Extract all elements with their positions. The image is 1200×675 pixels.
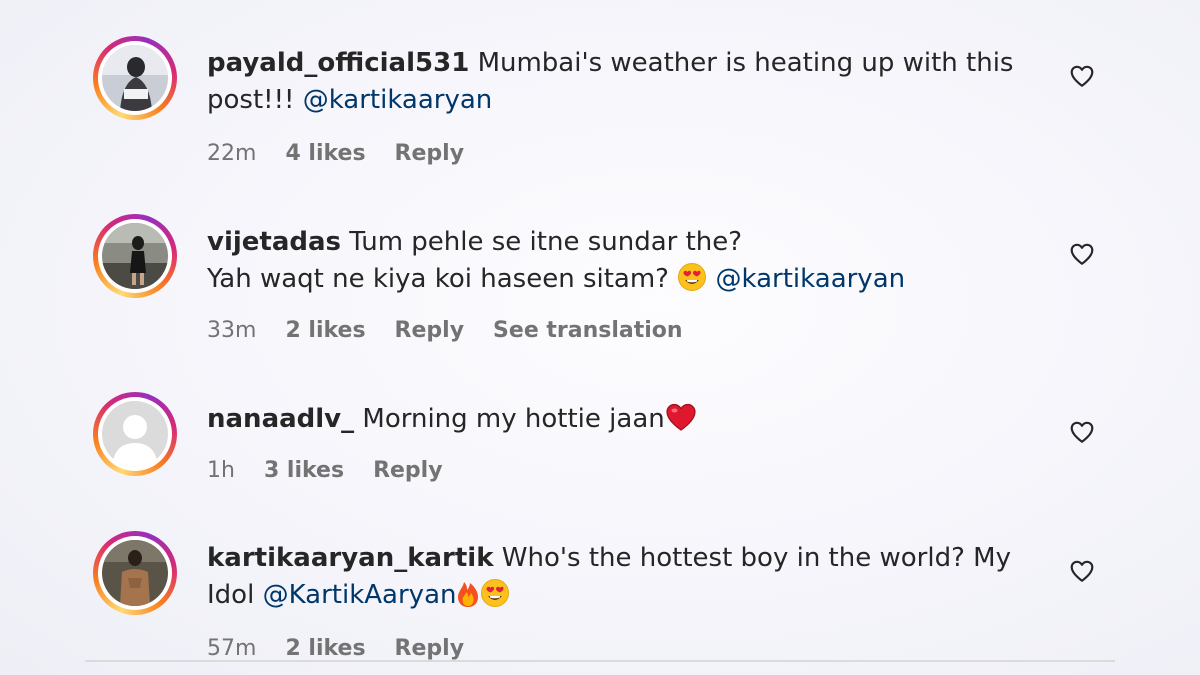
see-translation-button[interactable]: See translation xyxy=(493,318,683,343)
comment-meta: 57m 2 likes Reply xyxy=(207,636,486,661)
default-avatar[interactable] xyxy=(102,401,168,467)
divider xyxy=(85,660,1115,662)
comment-username[interactable]: payald_official531 xyxy=(207,48,469,78)
comment-body: Morning my hottie jaan xyxy=(362,404,665,434)
comment-text: nanaadlv_ Morning my hottie jaan xyxy=(207,401,1037,443)
comment-mention[interactable]: @KartikAaryan xyxy=(263,580,457,610)
heart-eyes-emoji-icon xyxy=(480,578,510,619)
story-ring[interactable] xyxy=(93,214,177,298)
heart-outline-icon[interactable] xyxy=(1069,419,1095,445)
comment-text: vijetadas Tum pehle se itne sundar the? … xyxy=(207,224,1037,303)
story-ring[interactable] xyxy=(93,36,177,120)
comment-time[interactable]: 33m xyxy=(207,318,256,343)
comment-meta: 33m 2 likes Reply See translation xyxy=(207,318,705,343)
comment-username[interactable]: nanaadlv_ xyxy=(207,404,354,434)
comment-likes[interactable]: 4 likes xyxy=(285,141,365,166)
comment-mention[interactable]: @kartikaaryan xyxy=(716,264,906,294)
heart-outline-icon[interactable] xyxy=(1069,558,1095,584)
avatar[interactable] xyxy=(102,223,168,289)
comment-meta: 1h 3 likes Reply xyxy=(207,458,465,483)
comment-time[interactable]: 1h xyxy=(207,458,235,483)
avatar[interactable] xyxy=(102,540,168,606)
heart-outline-icon[interactable] xyxy=(1069,241,1095,267)
comment-mention[interactable]: @kartikaaryan xyxy=(303,85,493,115)
heart-eyes-emoji-icon xyxy=(677,262,707,303)
comment-meta: 22m 4 likes Reply xyxy=(207,141,486,166)
red-heart-emoji-icon xyxy=(665,402,697,443)
avatar[interactable] xyxy=(102,45,168,111)
comment-likes[interactable]: 3 likes xyxy=(264,458,344,483)
reply-button[interactable]: Reply xyxy=(373,458,443,483)
comment-text: kartikaaryan_kartik Who's the hottest bo… xyxy=(207,540,1037,619)
comment-time[interactable]: 57m xyxy=(207,636,256,661)
fire-emoji-icon xyxy=(456,578,480,619)
heart-outline-icon[interactable] xyxy=(1069,63,1095,89)
comment-text: payald_official531 Mumbai's weather is h… xyxy=(207,45,1037,119)
comment-likes[interactable]: 2 likes xyxy=(285,636,365,661)
reply-button[interactable]: Reply xyxy=(395,318,465,343)
reply-button[interactable]: Reply xyxy=(395,636,465,661)
comment-username[interactable]: kartikaaryan_kartik xyxy=(207,543,494,573)
reply-button[interactable]: Reply xyxy=(395,141,465,166)
story-ring[interactable] xyxy=(93,531,177,615)
comment-body-line2: Yah waqt ne kiya koi haseen sitam? xyxy=(207,264,669,294)
story-ring[interactable] xyxy=(93,392,177,476)
comment-username[interactable]: vijetadas xyxy=(207,227,341,257)
comment-body-line1: Tum pehle se itne sundar the? xyxy=(349,227,743,257)
comment-likes[interactable]: 2 likes xyxy=(285,318,365,343)
comment-time[interactable]: 22m xyxy=(207,141,256,166)
